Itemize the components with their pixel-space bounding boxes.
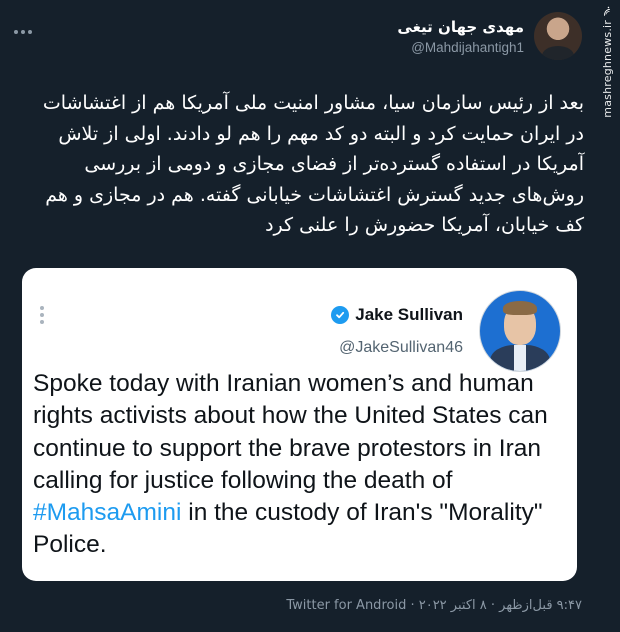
author-name[interactable]: مهدی جهان تیغی: [397, 18, 524, 36]
quoted-author[interactable]: Jake Sullivan @JakeSullivan46: [331, 290, 561, 372]
quoted-tweet-text: Spoke today with Iranian women’s and hum…: [33, 368, 565, 562]
watermark: mashreghnews.ir: [596, 6, 618, 118]
verified-badge-icon: [331, 306, 350, 324]
avatar[interactable]: [534, 12, 582, 60]
quoted-author-handle[interactable]: @JakeSullivan46: [331, 339, 463, 357]
quoted-author-name[interactable]: Jake Sullivan: [355, 305, 463, 325]
quoted-avatar[interactable]: [479, 290, 561, 372]
hashtag-link[interactable]: #MahsaAmini: [33, 499, 181, 526]
more-dots-icon[interactable]: [14, 30, 32, 34]
quoted-tweet-card[interactable]: Jake Sullivan @JakeSullivan46 Spoke toda…: [22, 268, 577, 581]
tweet-author[interactable]: مهدی جهان تیغی @Mahdijahantigh1: [397, 12, 582, 60]
kebab-menu-icon[interactable]: [40, 306, 44, 324]
watermark-text: mashreghnews.ir: [600, 20, 614, 118]
mashregh-logo-icon: [604, 6, 610, 16]
tweet-footer-timestamp[interactable]: ۹:۴۷ قبل‌ازظهر · ۸ اکتبر ۲۰۲۲ · Twitter …: [286, 598, 582, 613]
tweet-text: بعد از رئیس سازمان سیا، مشاور امنیت ملی …: [42, 92, 584, 236]
quoted-text-before: Spoke today with Iranian women’s and hum…: [33, 370, 548, 494]
author-handle[interactable]: @Mahdijahantigh1: [397, 40, 524, 55]
